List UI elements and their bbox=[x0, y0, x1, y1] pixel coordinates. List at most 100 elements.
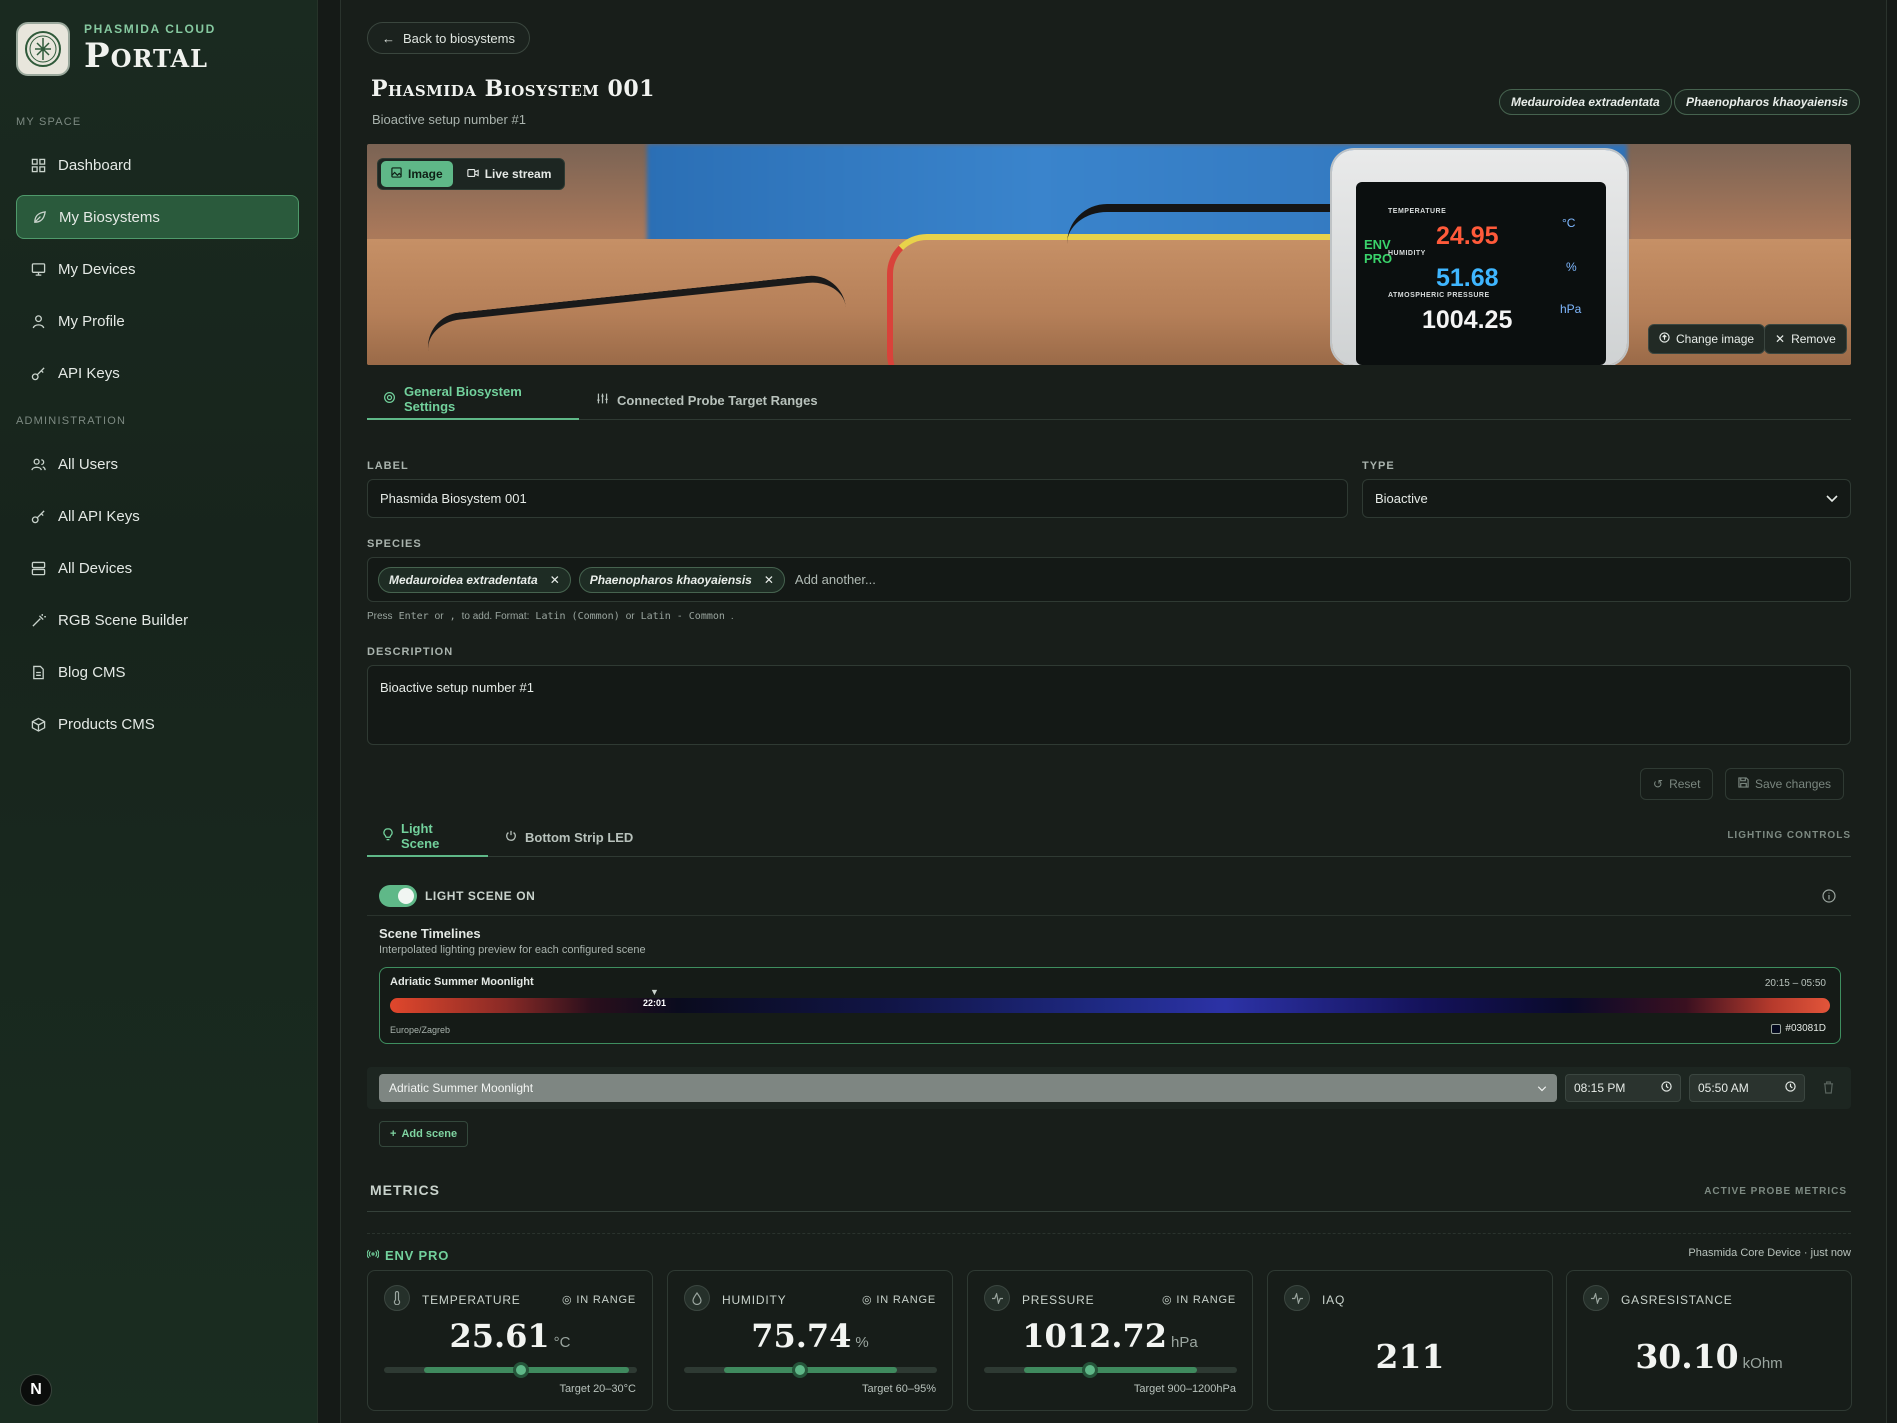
range-track bbox=[684, 1362, 937, 1378]
metric-card-pressure[interactable]: PRESSURE ◎ IN RANGE 1012.72 hPa Target 900… bbox=[967, 1270, 1253, 1411]
marker-arrow-icon: ▼ bbox=[650, 987, 659, 997]
tab-general-label: General Biosystem Settings bbox=[404, 384, 522, 414]
image-icon bbox=[391, 167, 402, 181]
start-time-input[interactable]: 08:15 PM bbox=[1565, 1074, 1681, 1102]
metric-target: Target 900–1200hPa bbox=[1133, 1383, 1236, 1395]
power-icon bbox=[505, 830, 517, 845]
tab-light-scene[interactable]: Light Scene bbox=[367, 817, 488, 857]
sidebar-item-my-biosystems[interactable]: My Biosystems bbox=[16, 195, 299, 239]
brand-logo-icon bbox=[16, 22, 70, 76]
remove-image-button[interactable]: ✕ Remove bbox=[1764, 324, 1847, 354]
range-knob bbox=[512, 1362, 529, 1378]
scene-select[interactable]: Adriatic Summer Moonlight bbox=[379, 1074, 1557, 1102]
tab-bottom-strip-label: Bottom Strip LED bbox=[525, 829, 634, 845]
metric-card-iaq[interactable]: IAQ 211 bbox=[1267, 1270, 1553, 1411]
metrics-title: METRICS bbox=[370, 1182, 440, 1198]
tab-probe-ranges[interactable]: Connected Probe Target Ranges bbox=[580, 380, 834, 420]
sidebar-item-my-profile[interactable]: My Profile bbox=[16, 299, 299, 343]
tab-general-settings[interactable]: General Biosystem Settings bbox=[367, 380, 579, 420]
sidebar-item-my-devices[interactable]: My Devices bbox=[16, 247, 299, 291]
reset-button[interactable]: ↺ Reset bbox=[1640, 768, 1714, 800]
sidebar-item-dashboard[interactable]: Dashboard bbox=[16, 143, 299, 187]
range-track bbox=[384, 1362, 637, 1378]
sidebar-item-all-devices[interactable]: All Devices bbox=[16, 546, 299, 590]
sidebar-item-blog-cms[interactable]: Blog CMS bbox=[16, 650, 299, 694]
metric-card-humidity[interactable]: HUMIDITY ◎ IN RANGE 75.74% Target 60–95% bbox=[667, 1270, 953, 1411]
range-knob bbox=[792, 1362, 809, 1378]
scene-timeline[interactable]: Adriatic Summer Moonlight 20:15 – 05:50 … bbox=[379, 967, 1841, 1044]
metric-name: HUMIDITY bbox=[722, 1293, 787, 1307]
lighting-controls-caption: LIGHTING CONTROLS bbox=[1727, 830, 1851, 841]
screen-press-label: ATMOSPHERIC PRESSURE bbox=[1388, 292, 1490, 299]
change-image-button[interactable]: Change image bbox=[1648, 324, 1766, 354]
screen-temp-unit: °C bbox=[1562, 216, 1576, 230]
sidebar-item-rgb-scene-builder[interactable]: RGB Scene Builder bbox=[16, 598, 299, 642]
light-scene-toggle[interactable] bbox=[379, 885, 417, 907]
species-add-placeholder[interactable]: Add another... bbox=[795, 572, 876, 587]
remove-tag-icon[interactable]: ✕ bbox=[550, 573, 560, 587]
sidebar-item-all-api-keys[interactable]: All API Keys bbox=[16, 494, 299, 538]
species-chip: Phaenopharos khaoyaiensis bbox=[1674, 89, 1861, 115]
metric-value: 211 bbox=[1375, 1337, 1445, 1376]
metric-value-row: 211 bbox=[1268, 1337, 1552, 1376]
metric-state: ◎ IN RANGE bbox=[862, 1293, 936, 1307]
type-field-caption: TYPE bbox=[1362, 460, 1395, 472]
timeline-scene-name: Adriatic Summer Moonlight bbox=[390, 976, 534, 988]
tab-light-scene-label: Light Scene bbox=[401, 821, 440, 851]
label-input-value: Phasmida Biosystem 001 bbox=[380, 491, 527, 506]
settings-tabs: General Biosystem Settings Connected Pro… bbox=[367, 380, 1851, 420]
tab-bottom-strip[interactable]: Bottom Strip LED bbox=[489, 817, 649, 857]
metric-card-gasresistance[interactable]: GASRESISTANCE 30.10 kOhm bbox=[1566, 1270, 1852, 1411]
reset-icon: ↺ bbox=[1653, 777, 1664, 791]
metric-value-row: 30.10 kOhm bbox=[1567, 1337, 1851, 1376]
image-mode-button[interactable]: Image bbox=[381, 161, 453, 187]
hint-text: . bbox=[730, 611, 734, 622]
description-field-caption: DESCRIPTION bbox=[367, 646, 454, 658]
screen-temp-label: TEMPERATURE bbox=[1388, 208, 1447, 215]
description-textarea[interactable]: Bioactive setup number #1 bbox=[367, 665, 1851, 745]
divider bbox=[367, 1211, 1851, 1212]
sidebar-item-label: My Profile bbox=[58, 312, 125, 330]
sidebar-item-all-users[interactable]: All Users bbox=[16, 442, 299, 486]
biosystem-image: ENV PRO TEMPERATURE 24.95 °C HUMIDITY 51… bbox=[367, 144, 1851, 365]
page-subtitle: Bioactive setup number #1 bbox=[372, 112, 526, 127]
add-scene-button[interactable]: + Add scene bbox=[379, 1121, 469, 1147]
metric-value-row: 75.74% bbox=[668, 1317, 952, 1355]
remove-image-label: Remove bbox=[1791, 332, 1836, 346]
media-mode-toggle: Image Live stream bbox=[377, 158, 566, 190]
framework-badge[interactable]: N bbox=[20, 1374, 52, 1406]
video-icon bbox=[466, 167, 479, 181]
trash-icon[interactable] bbox=[1823, 1081, 1834, 1099]
timelines-title: Scene Timelines bbox=[379, 926, 481, 941]
back-to-biosystems-button[interactable]: ← Back to biosystems bbox=[367, 22, 530, 54]
activity-icon bbox=[984, 1285, 1010, 1311]
probe-name: ENV PRO bbox=[385, 1247, 450, 1263]
species-tag: Medauroidea extradentata ✕ bbox=[378, 566, 571, 593]
screen-temp-value: 24.95 bbox=[1436, 222, 1499, 250]
save-changes-button[interactable]: Save changes bbox=[1725, 768, 1845, 800]
screen-press-value: 1004.25 bbox=[1422, 306, 1513, 334]
metric-card-temperature[interactable]: TEMPERATURE ◎ IN RANGE 25.61 °C Target 20–… bbox=[367, 1270, 653, 1411]
sidebar-item-api-keys[interactable]: API Keys bbox=[16, 351, 299, 395]
hint-code: , bbox=[449, 611, 456, 622]
live-stream-mode-button[interactable]: Live stream bbox=[457, 161, 562, 187]
brand[interactable]: PHASMIDA CLOUD Portal bbox=[16, 22, 216, 76]
sidebar-item-products-cms[interactable]: Products CMS bbox=[16, 702, 299, 746]
type-select[interactable]: Bioactive bbox=[1362, 479, 1851, 518]
metric-value: 25.61 bbox=[449, 1317, 550, 1355]
env-pro-device: ENV PRO TEMPERATURE 24.95 °C HUMIDITY 51… bbox=[1332, 150, 1627, 365]
end-time-value: 05:50 AM bbox=[1698, 1081, 1749, 1095]
brand-subtitle: PHASMIDA CLOUD bbox=[84, 22, 216, 36]
divider bbox=[367, 915, 1851, 916]
timeline-timezone: Europe/Zagreb bbox=[390, 1025, 451, 1035]
end-time-input[interactable]: 05:50 AM bbox=[1689, 1074, 1805, 1102]
species-input[interactable]: Medauroidea extradentata ✕ Phaenopharos … bbox=[367, 557, 1851, 602]
info-icon[interactable] bbox=[1822, 889, 1836, 908]
key-icon bbox=[30, 365, 46, 381]
species-chip: Medauroidea extradentata bbox=[1499, 89, 1672, 115]
type-select-value: Bioactive bbox=[1375, 491, 1428, 506]
screen-vertical-label: ENV PRO bbox=[1364, 237, 1393, 266]
metric-name: PRESSURE bbox=[1022, 1293, 1095, 1307]
remove-tag-icon[interactable]: ✕ bbox=[764, 573, 774, 587]
label-input[interactable]: Phasmida Biosystem 001 bbox=[367, 479, 1348, 518]
